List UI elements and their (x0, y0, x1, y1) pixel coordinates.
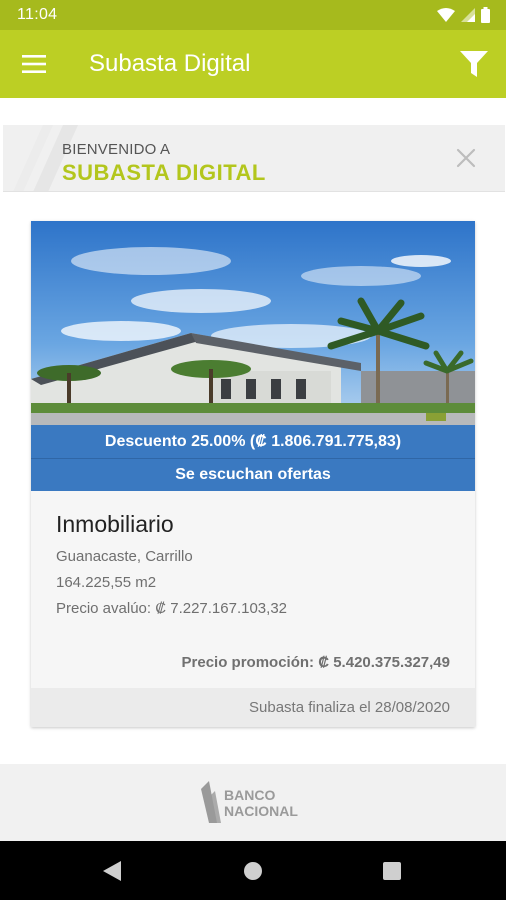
bank-logo-line2: NACIONAL (224, 803, 298, 819)
app-title: Subasta Digital (89, 50, 251, 77)
welcome-banner: BIENVENIDO A SUBASTA DIGITAL (3, 125, 505, 192)
offers-status: Se escuchan ofertas (31, 459, 475, 491)
home-icon (244, 862, 262, 880)
bank-logo: BANCO NACIONAL (201, 781, 298, 823)
listing-appraisal: Precio avalúo: ₡ 7.227.167.103,32 (56, 600, 287, 617)
filter-button[interactable] (454, 44, 494, 84)
status-icons (437, 7, 490, 23)
recents-icon (383, 862, 401, 880)
app-bar: Subasta Digital (0, 30, 506, 98)
property-image (31, 221, 475, 425)
auction-end-date: Subasta finaliza el 28/08/2020 (249, 699, 450, 716)
close-icon[interactable] (455, 147, 477, 169)
signal-icon (461, 8, 475, 22)
property-photo (31, 221, 475, 425)
listing-area: 164.225,55 m2 (56, 574, 157, 591)
listing-location: Guanacaste, Carrillo (56, 548, 193, 565)
listing-category: Inmobiliario (56, 511, 174, 537)
status-bar: 11:04 (0, 0, 506, 30)
recents-button[interactable] (377, 856, 407, 886)
welcome-line2: SUBASTA DIGITAL (62, 160, 266, 185)
back-icon (103, 861, 121, 881)
system-nav-bar (0, 841, 506, 900)
brand-footer: BANCO NACIONAL (0, 764, 506, 841)
menu-button[interactable] (14, 44, 54, 84)
discount-strip: Descuento 25.00% (₡ 1.806.791.775,83) (31, 425, 475, 459)
main-content: BIENVENIDO A SUBASTA DIGITAL Descuento 2… (0, 98, 506, 764)
back-button[interactable] (97, 856, 127, 886)
filter-icon (460, 51, 488, 77)
bank-logo-line1: BANCO (224, 787, 275, 803)
battery-icon (481, 7, 490, 23)
auction-card[interactable]: Descuento 25.00% (₡ 1.806.791.775,83) Se… (31, 221, 475, 727)
welcome-line1: BIENVENIDO A (62, 141, 171, 158)
status-time: 11:04 (17, 6, 58, 23)
wifi-icon (437, 8, 455, 22)
hamburger-menu-icon (22, 55, 46, 73)
promo-price: Precio promoción: ₡ 5.420.375.327,49 (181, 654, 450, 671)
card-footer: Subasta finaliza el 28/08/2020 (31, 688, 475, 727)
home-button[interactable] (238, 856, 268, 886)
